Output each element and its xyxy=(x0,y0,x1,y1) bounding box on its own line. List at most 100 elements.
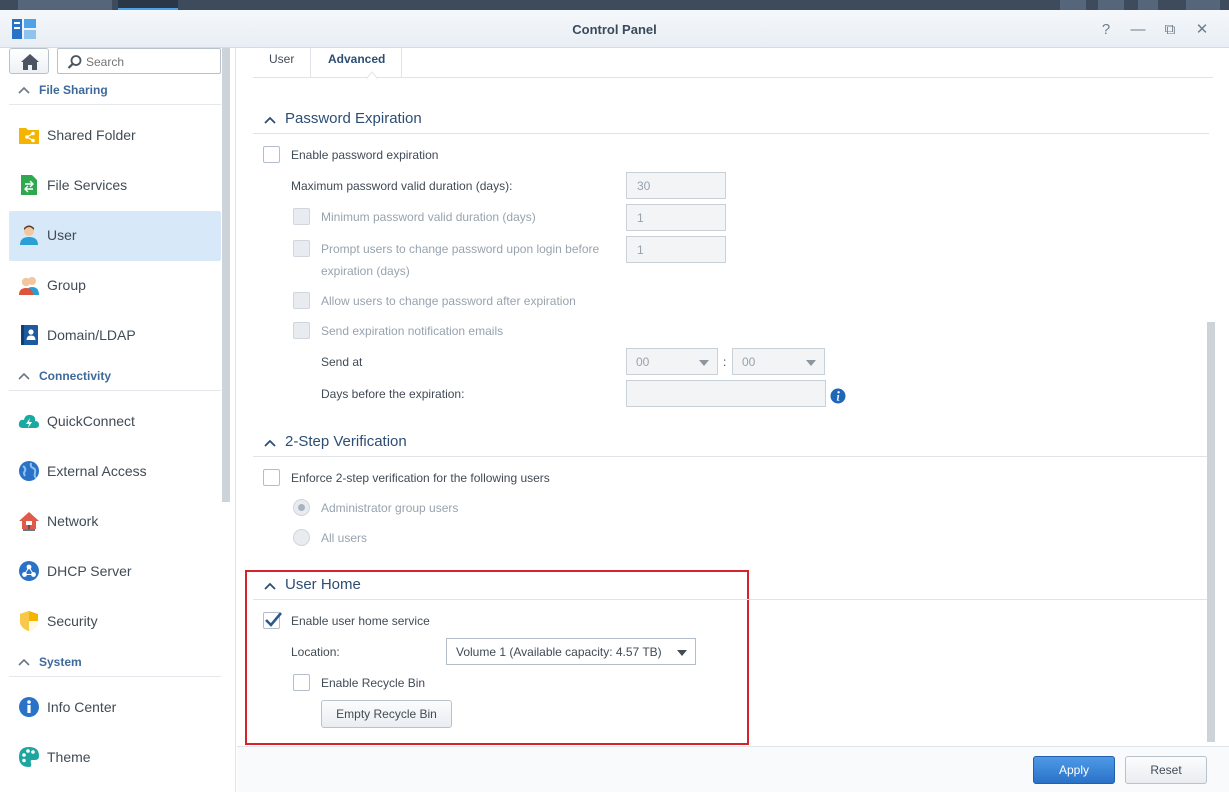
shared-folder-icon xyxy=(19,128,39,144)
prompt-change-checkbox[interactable] xyxy=(293,240,310,257)
send-at-hour-select[interactable]: 00 xyxy=(626,348,718,375)
taskbar-widgets-icon[interactable] xyxy=(1186,0,1220,10)
chevron-up-icon xyxy=(264,439,276,447)
enable-user-home-checkbox[interactable] xyxy=(263,612,282,629)
search-input[interactable] xyxy=(86,53,214,71)
section-title-text: 2-Step Verification xyxy=(285,433,407,450)
send-at-minute-value: 00 xyxy=(742,355,756,369)
sidebar-scrollbar[interactable] xyxy=(222,48,230,502)
taskbar-notification-icon[interactable] xyxy=(1060,0,1086,10)
taskbar-button[interactable] xyxy=(18,0,112,10)
taskbar-active-button[interactable] xyxy=(118,0,178,10)
main-panel: User Advanced Password Expiration Enable… xyxy=(237,48,1229,792)
max-duration-input[interactable]: 30 xyxy=(626,172,726,199)
sidebar-item-label: Domain/LDAP xyxy=(47,327,136,343)
administrator-group-radio[interactable] xyxy=(293,499,310,516)
send-notification-checkbox[interactable] xyxy=(293,322,310,339)
sidebar-item-label: External Access xyxy=(47,463,147,479)
sidebar-item-label: Shared Folder xyxy=(47,127,136,143)
group-icon xyxy=(19,277,39,295)
security-shield-icon xyxy=(20,611,38,631)
sidebar-item-label: User xyxy=(47,227,77,243)
sidebar-item-label: QuickConnect xyxy=(47,413,135,429)
dropdown-arrow-icon xyxy=(677,650,687,656)
days-before-input[interactable] xyxy=(626,380,826,407)
sidebar-item-dhcp-server[interactable]: DHCP Server xyxy=(9,547,221,597)
sidebar-item-file-services[interactable]: File Services xyxy=(9,161,221,211)
days-before-label: Days before the expiration: xyxy=(321,387,465,401)
empty-recycle-bin-button[interactable]: Empty Recycle Bin xyxy=(321,700,452,728)
enable-user-home-label: Enable user home service xyxy=(291,614,430,628)
dhcp-server-icon xyxy=(19,561,39,581)
sidebar-item-group[interactable]: Group xyxy=(9,261,221,311)
theme-palette-icon xyxy=(19,747,39,767)
checkmark-icon xyxy=(265,612,282,627)
sidebar-item-network[interactable]: Network xyxy=(9,497,221,547)
user-icon xyxy=(20,225,38,245)
prompt-change-label-line2: expiration (days) xyxy=(321,264,410,278)
all-users-radio[interactable] xyxy=(293,529,310,546)
sidebar: File Sharing Shared Folder File Services… xyxy=(0,48,236,792)
chevron-up-icon xyxy=(264,116,276,124)
section-title-text: Password Expiration xyxy=(285,110,422,127)
section-label: Connectivity xyxy=(39,369,112,383)
file-services-icon xyxy=(21,175,37,195)
chevron-up-icon xyxy=(18,372,30,380)
tab-user[interactable]: User xyxy=(253,48,312,78)
sidebar-item-quickconnect[interactable]: QuickConnect xyxy=(9,397,221,447)
location-label: Location: xyxy=(291,645,340,659)
home-button[interactable] xyxy=(9,48,49,74)
apply-button[interactable]: Apply xyxy=(1033,756,1115,784)
maximize-icon[interactable]: ⧉ xyxy=(1160,20,1180,40)
main-scrollbar[interactable] xyxy=(1207,322,1215,742)
prompt-change-label-line1: Prompt users to change password upon log… xyxy=(321,242,600,256)
prompt-change-input[interactable]: 1 xyxy=(626,236,726,263)
sidebar-item-label: Theme xyxy=(47,749,91,765)
section-header-system[interactable]: System xyxy=(9,651,221,677)
sidebar-item-user[interactable]: User xyxy=(9,211,221,261)
external-access-icon xyxy=(19,461,39,481)
info-icon[interactable] xyxy=(830,388,846,404)
sidebar-item-theme[interactable]: Theme xyxy=(9,733,221,783)
taskbar-user-icon[interactable] xyxy=(1098,0,1124,10)
section-header-file-sharing[interactable]: File Sharing xyxy=(9,79,221,105)
search-icon xyxy=(67,55,82,69)
location-value: Volume 1 (Available capacity: 4.57 TB) xyxy=(456,645,662,659)
send-at-label: Send at xyxy=(321,355,363,369)
section-header-connectivity[interactable]: Connectivity xyxy=(9,365,221,391)
chevron-up-icon xyxy=(264,582,276,590)
section-title-text: User Home xyxy=(285,576,361,593)
taskbar-search-icon[interactable] xyxy=(1138,0,1158,10)
sidebar-item-info-center[interactable]: Info Center xyxy=(9,683,221,733)
sidebar-item-shared-folder[interactable]: Shared Folder xyxy=(9,111,221,161)
min-duration-input[interactable]: 1 xyxy=(626,204,726,231)
send-at-hour-value: 00 xyxy=(636,355,650,369)
tab-bar: User Advanced xyxy=(253,48,1213,79)
close-icon[interactable]: ✕ xyxy=(1192,20,1212,40)
help-icon[interactable]: ? xyxy=(1096,20,1116,40)
administrator-group-label: Administrator group users xyxy=(321,501,459,515)
enable-recycle-bin-checkbox[interactable] xyxy=(293,674,310,691)
enable-password-expiration-checkbox[interactable] xyxy=(263,146,280,163)
reset-button[interactable]: Reset xyxy=(1125,756,1207,784)
search-box[interactable] xyxy=(57,48,221,74)
min-duration-checkbox[interactable] xyxy=(293,208,310,225)
enable-recycle-bin-label: Enable Recycle Bin xyxy=(321,676,426,690)
sidebar-item-label: Network xyxy=(47,513,99,529)
minimize-icon[interactable]: — xyxy=(1128,20,1148,40)
sidebar-item-external-access[interactable]: External Access xyxy=(9,447,221,497)
enforce-2-step-label: Enforce 2-step verification for the foll… xyxy=(291,471,550,485)
send-at-minute-select[interactable]: 00 xyxy=(732,348,825,375)
sidebar-item-security[interactable]: Security xyxy=(9,597,221,647)
min-duration-label: Minimum password valid duration (days) xyxy=(321,210,536,224)
time-separator: : xyxy=(723,355,727,369)
home-icon xyxy=(21,54,39,70)
sidebar-item-domain-ldap[interactable]: Domain/LDAP xyxy=(9,311,221,361)
location-select[interactable]: Volume 1 (Available capacity: 4.57 TB) xyxy=(446,638,696,665)
tab-advanced[interactable]: Advanced xyxy=(312,48,403,78)
chevron-up-icon xyxy=(18,86,30,94)
enforce-2-step-checkbox[interactable] xyxy=(263,469,280,486)
dropdown-arrow-icon xyxy=(806,360,816,366)
quickconnect-icon xyxy=(18,414,39,428)
allow-change-after-expiration-checkbox[interactable] xyxy=(293,292,310,309)
